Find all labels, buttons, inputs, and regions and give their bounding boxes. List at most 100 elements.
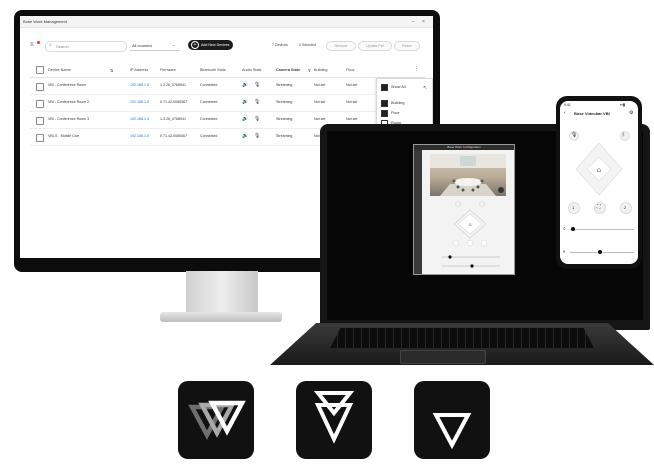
camera-state: Streaming	[276, 100, 293, 104]
checkbox-icon[interactable]	[381, 109, 388, 117]
column-audio[interactable]: Audio Stats	[242, 68, 261, 72]
device-name: VBI - Conference Room 3	[48, 117, 90, 121]
bluetooth-icon: ᛒ	[622, 132, 626, 138]
filter-icon[interactable]: ≡	[30, 42, 34, 48]
ip-address-link[interactable]: 192.168.1.5	[130, 100, 149, 104]
camera-state: Streaming	[276, 83, 293, 87]
monitor-stand-base	[160, 312, 282, 322]
column-menu-item[interactable]: Floor	[381, 109, 400, 117]
cursor-icon: ↖	[423, 85, 428, 91]
volume-slider-thumb[interactable]	[598, 250, 602, 254]
row-checkbox[interactable]	[36, 100, 44, 108]
floor-value: Not set	[346, 83, 358, 87]
checkbox-icon[interactable]	[381, 83, 388, 91]
search-input[interactable]: ⌕ Search	[45, 41, 127, 52]
notification-dot	[37, 41, 40, 44]
device-name: VBI-S - Mobile Cart	[48, 134, 79, 138]
settings-icon[interactable]: ⚙	[629, 110, 633, 116]
configuration-sidebar	[414, 150, 422, 274]
signal-battery-icon: ▪▪▮	[620, 102, 626, 107]
column-menu-label: Building	[391, 101, 405, 105]
column-ip[interactable]: IP Address	[130, 68, 148, 72]
column-device-name[interactable]: Device Name	[48, 68, 71, 72]
column-menu-item[interactable]: Show All	[381, 83, 406, 91]
row-checkbox[interactable]	[36, 117, 44, 125]
building-value: Not set	[314, 100, 326, 104]
device-name: VBI - Conference Room 2	[48, 100, 90, 104]
firmware-version: 1.3.26_0768941	[160, 83, 186, 87]
camera-state: Streaming	[276, 134, 293, 138]
building-value: Not set	[314, 83, 326, 87]
svg-text:⌂: ⌂	[468, 222, 471, 228]
zoom-slider-thumb[interactable]	[571, 227, 575, 231]
zoom-slider[interactable]	[570, 229, 634, 230]
add-device-button[interactable]: + Add New Devices	[188, 40, 233, 50]
ip-address-link[interactable]: 192.168.1.5	[130, 117, 149, 121]
more-options-icon[interactable]: ⋮	[414, 66, 419, 72]
column-menu-item[interactable]: Building	[381, 99, 405, 107]
laptop-keyboard	[330, 328, 594, 348]
table-header: Device Name ⇅ IP Address Firmware Blueto…	[30, 63, 425, 78]
camera-preview	[430, 154, 506, 196]
volume-slider[interactable]	[570, 252, 634, 253]
bluetooth-status: Connected	[200, 100, 218, 104]
column-building[interactable]: Building	[314, 68, 328, 72]
phone-title: Bose Videobar VBI	[574, 111, 610, 116]
microphone-icon: 🎙	[571, 132, 578, 138]
status-time: 9:41	[564, 103, 571, 107]
checkbox-icon[interactable]	[381, 99, 388, 107]
search-placeholder: Search	[56, 44, 69, 49]
speaker-icon: 🔊	[242, 116, 249, 122]
row-checkbox[interactable]	[36, 134, 44, 142]
plus-icon: +	[191, 41, 199, 49]
ip-address-link[interactable]: 192.168.1.5	[130, 83, 149, 87]
chevron-down-icon: ⌄	[172, 42, 176, 47]
phone-direction-pad[interactable]: ⌂	[574, 141, 624, 197]
back-icon[interactable]: ‹	[564, 110, 566, 116]
speaker-icon: 🔊	[242, 82, 249, 88]
volume-icon: ◐	[563, 249, 567, 255]
microphone-icon: 🎙	[254, 116, 261, 122]
preset-1-label: 1	[572, 205, 575, 210]
bluetooth-status: Connected	[200, 83, 218, 87]
preset-2-label: 2	[624, 205, 627, 210]
bose-work-configuration-icon	[296, 381, 372, 459]
sort-icon[interactable]: ⇅	[110, 68, 113, 73]
filter-funnel-icon[interactable]: ⊽	[308, 68, 311, 73]
column-camera[interactable]: Camera State	[276, 68, 300, 72]
toolbar: ≡ ⌕ Search All counted ⌄ + Add New Devic…	[20, 40, 433, 52]
microphone-icon: 🎙	[254, 82, 261, 88]
configuration-titlebar: Bose Work Configuration	[414, 145, 514, 150]
reset-button[interactable]: Reset	[394, 41, 420, 51]
column-bluetooth[interactable]: Bluetooth Stats	[200, 68, 226, 72]
floor-value: Not set	[346, 117, 358, 121]
filter-select[interactable]: All counted ⌄	[130, 41, 180, 51]
table-row[interactable]: VBI - Conference Room 2 192.168.1.5 0.71.4…	[30, 95, 425, 112]
filter-select-value: All counted	[132, 43, 152, 48]
svg-text:⌂: ⌂	[597, 166, 601, 174]
bluetooth-status: Connected	[200, 117, 218, 121]
ip-address-link[interactable]: 192.168.1.5	[130, 134, 149, 138]
close-icon[interactable]: ×	[422, 19, 425, 25]
remove-button[interactable]: Remove	[326, 41, 356, 51]
column-floor[interactable]: Floor	[346, 68, 355, 72]
microphone-icon: 🎙	[254, 133, 261, 139]
table-row[interactable]: VBI - Conference Room 192.168.1.5 1.3.26_0…	[30, 78, 425, 95]
building-value: Not set	[314, 117, 326, 121]
bose-work-management-icon	[178, 381, 254, 459]
window-titlebar: Bose Work Management – ×	[20, 16, 433, 28]
firmware-version: 0.71.42-0080567	[160, 134, 188, 138]
camera-state: Streaming	[276, 117, 293, 121]
update-fw-button[interactable]: Update FW	[358, 41, 392, 51]
device-count: 7 Devices	[272, 43, 288, 47]
camera-control-pad[interactable]: ⌂	[424, 200, 512, 272]
search-icon: ⌕	[49, 42, 52, 48]
selected-count: 0 Selected	[299, 43, 316, 47]
select-all-checkbox[interactable]	[36, 66, 44, 74]
minimize-icon[interactable]: –	[412, 19, 415, 25]
device-name: VBI - Conference Room	[48, 83, 87, 87]
row-checkbox[interactable]	[36, 83, 44, 91]
bose-work-icon	[414, 381, 490, 459]
column-firmware[interactable]: Firmware	[160, 68, 176, 72]
window-title: Bose Work Management	[23, 19, 67, 24]
